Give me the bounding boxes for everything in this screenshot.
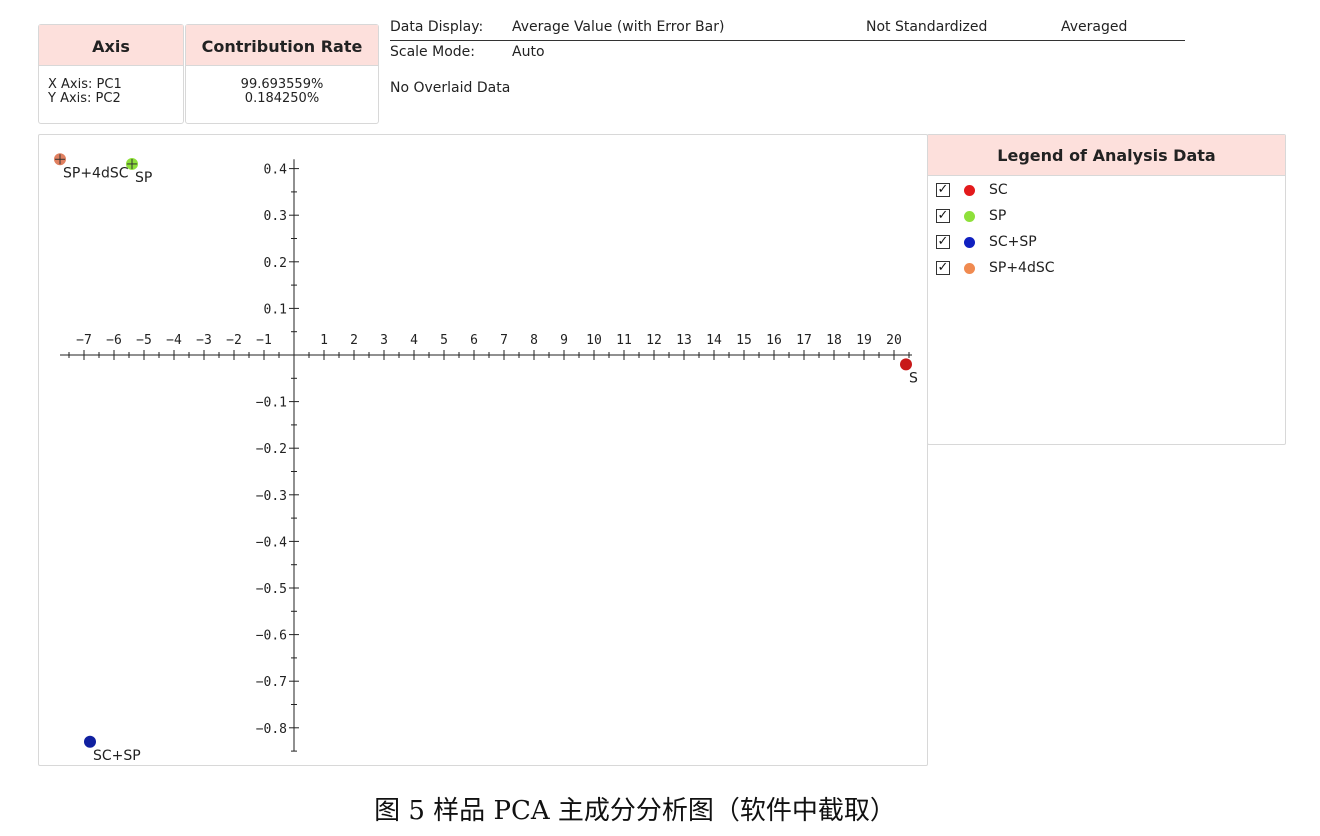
checkbox-sp[interactable]: ✓ — [936, 209, 950, 223]
y-tick-label: 0.2 — [264, 256, 287, 271]
x-tick-label: 8 — [530, 333, 538, 348]
y-tick-label: −0.2 — [256, 442, 287, 457]
point-sc-sp — [84, 735, 96, 748]
averaging-value[interactable]: Averaged — [1061, 19, 1127, 35]
checkbox-sc[interactable]: ✓ — [936, 183, 950, 197]
x-tick-label: 6 — [470, 333, 478, 348]
x-tick-label: 17 — [796, 333, 812, 348]
legend-item-sc[interactable]: ✓ SC — [936, 179, 1008, 201]
figure-caption: 图 5 样品 PCA 主成分分析图（软件中截取） — [374, 796, 896, 826]
legend-item-sc-sp[interactable]: ✓ SC+SP — [936, 231, 1037, 253]
y-tick-label: −0.8 — [256, 722, 287, 737]
point-label-sp: SP — [135, 170, 152, 186]
pca-scatter-plot[interactable]: −7 −6 −5 −4 −3 −2 −1 1 2 3 4 5 6 7 8 9 10 11 12 13 14 15 16 17 1… — [39, 135, 927, 765]
x-tick-label: 16 — [766, 333, 782, 348]
x-tick-label: 2 — [350, 333, 358, 348]
legend-dot-sc-sp — [964, 236, 975, 248]
y-axis-label: Y Axis: PC2 — [48, 91, 121, 106]
x-tick-label: 12 — [646, 333, 662, 348]
x-tick-label: 18 — [826, 333, 842, 348]
axis-header: Axis — [39, 25, 183, 66]
y-tick-label: −0.1 — [256, 396, 287, 411]
x-tick-label: −4 — [166, 333, 182, 348]
data-display-label: Data Display: — [390, 19, 484, 35]
legend-label-sp-4dsc: SP+4dSC — [989, 260, 1055, 276]
x-tick-label: 4 — [410, 333, 418, 348]
legend-item-sp-4dsc[interactable]: ✓ SP+4dSC — [936, 257, 1055, 279]
pca-chart-panel[interactable]: −7 −6 −5 −4 −3 −2 −1 1 2 3 4 5 6 7 8 9 10 11 12 13 14 15 16 17 1… — [38, 134, 928, 766]
x-tick-label: −6 — [106, 333, 122, 348]
y-tick-label: 0.1 — [264, 302, 287, 317]
y-tick-label: −0.5 — [256, 582, 287, 597]
axis-values: X Axis: PC1 Y Axis: PC2 — [39, 66, 183, 106]
overlay-status: No Overlaid Data — [390, 80, 511, 96]
point-label-sc-sp: SC+SP — [93, 748, 141, 764]
legend-dot-sp-4dsc — [964, 262, 975, 274]
contribution-values: 99.693559% 0.184250% — [186, 66, 378, 106]
y-tick-label: −0.3 — [256, 489, 287, 504]
point-label-sp-4dsc: SP+4dSC — [63, 165, 129, 181]
legend-panel: Legend of Analysis Data ✓ SC ✓ SP ✓ SC+S… — [927, 134, 1286, 445]
x-tick-label: −1 — [256, 333, 272, 348]
x-tick-label: 15 — [736, 333, 752, 348]
scale-mode-row: Scale Mode: Auto — [390, 41, 1185, 63]
contribution-panel: Contribution Rate 99.693559% 0.184250% — [185, 24, 379, 124]
x-tick-label: 5 — [440, 333, 448, 348]
legend-label-sp: SP — [989, 208, 1007, 224]
x-tick-label: 9 — [560, 333, 568, 348]
display-settings: Data Display: Average Value (with Error … — [390, 16, 1185, 96]
x-tick-label: 1 — [320, 333, 328, 348]
x-tick-label: 14 — [706, 333, 722, 348]
x-tick-label: 3 — [380, 333, 388, 348]
pc2-rate: 0.184250% — [244, 91, 320, 106]
x-tick-label: 7 — [500, 333, 508, 348]
scale-mode-label: Scale Mode: — [390, 44, 475, 60]
y-tick-label: −0.7 — [256, 675, 287, 690]
x-tick-label: 13 — [676, 333, 692, 348]
x-tick-label: −3 — [196, 333, 212, 348]
legend-header: Legend of Analysis Data — [928, 135, 1285, 176]
x-tick-label: 20 — [886, 333, 902, 348]
x-tick-label: −7 — [76, 333, 92, 348]
y-tick-label: −0.4 — [256, 535, 287, 550]
axis-panel: Axis X Axis: PC1 Y Axis: PC2 — [38, 24, 184, 124]
y-tick-label: 0.3 — [264, 209, 287, 224]
x-tick-label: 10 — [586, 333, 602, 348]
data-display-row: Data Display: Average Value (with Error … — [390, 16, 1185, 41]
x-tick-label: −2 — [226, 333, 242, 348]
legend-dot-sp — [964, 210, 975, 222]
x-tick-label: 19 — [856, 333, 872, 348]
point-label-sc: S — [909, 370, 918, 386]
pc1-rate: 99.693559% — [240, 77, 324, 92]
legend-dot-sc — [964, 184, 975, 196]
checkbox-sp-4dsc[interactable]: ✓ — [936, 261, 950, 275]
x-tick-label: 11 — [616, 333, 632, 348]
x-tick-label: −5 — [136, 333, 152, 348]
data-display-value[interactable]: Average Value (with Error Bar) — [512, 19, 724, 35]
legend-label-sc: SC — [989, 182, 1008, 198]
legend-item-sp[interactable]: ✓ SP — [936, 205, 1006, 227]
y-tick-label: −0.6 — [256, 629, 287, 644]
x-axis-label: X Axis: PC1 — [48, 77, 122, 92]
scale-mode-value[interactable]: Auto — [512, 44, 545, 60]
legend-label-sc-sp: SC+SP — [989, 234, 1037, 250]
standardization-value[interactable]: Not Standardized — [866, 19, 987, 35]
contribution-header: Contribution Rate — [186, 25, 378, 66]
y-tick-label: 0.4 — [264, 163, 288, 178]
point-sc — [900, 358, 912, 371]
checkbox-sc-sp[interactable]: ✓ — [936, 235, 950, 249]
